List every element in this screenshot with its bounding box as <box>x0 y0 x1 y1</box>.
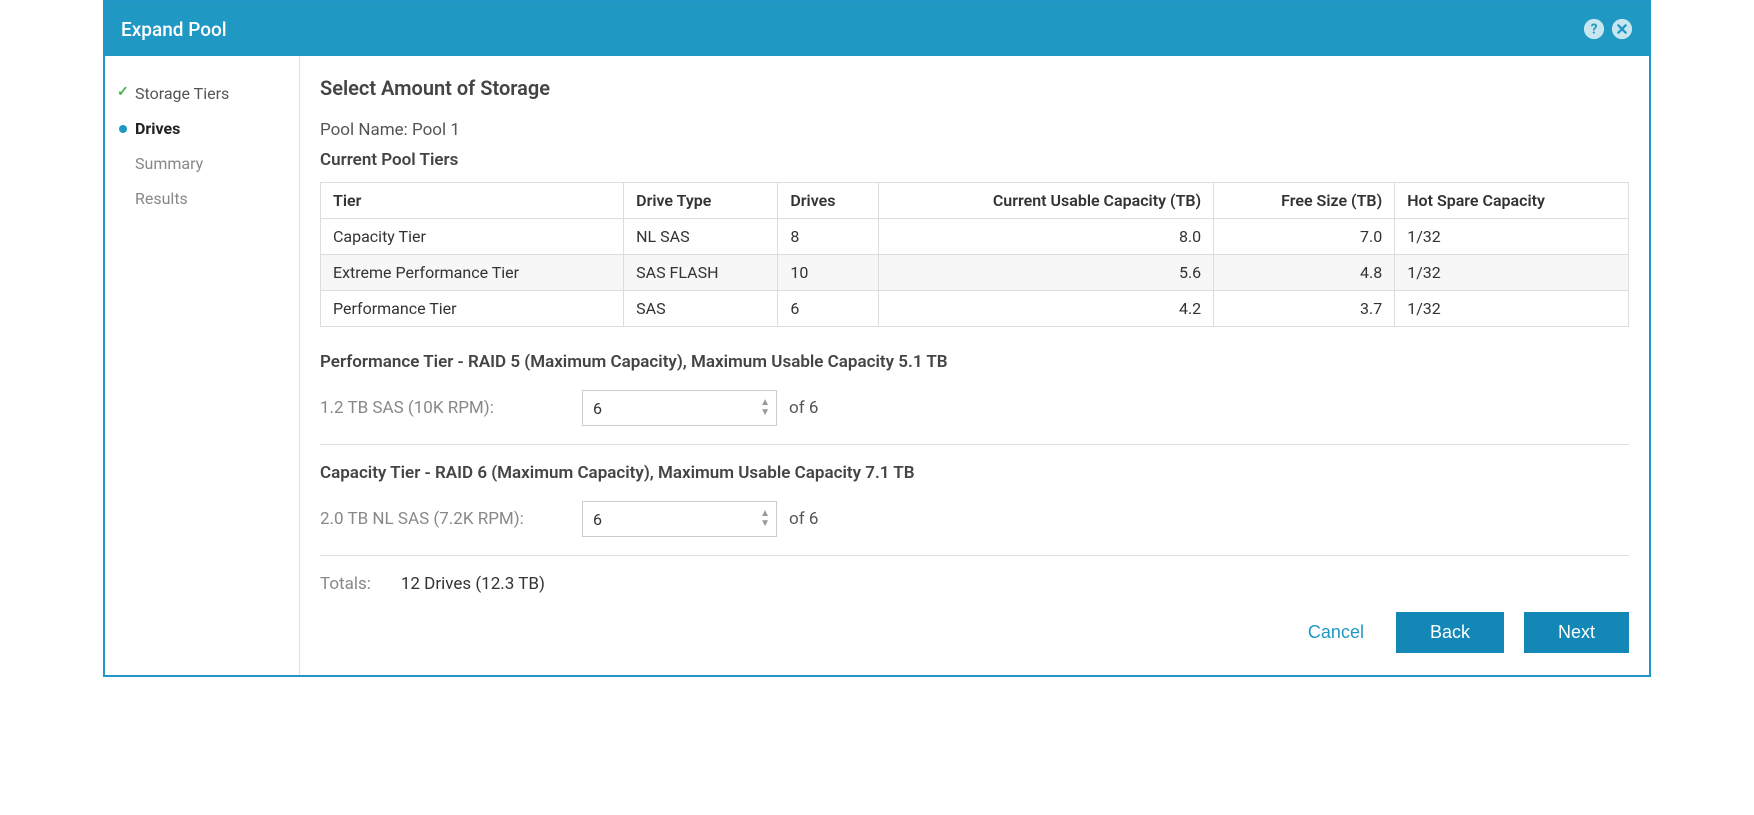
main-content: Select Amount of Storage Pool Name: Pool… <box>320 76 1629 594</box>
drive-count-value: 6 <box>583 510 760 529</box>
back-button[interactable]: Back <box>1396 612 1504 653</box>
cell-tier: Extreme Performance Tier <box>321 255 624 291</box>
cell-spare: 1/32 <box>1395 291 1629 327</box>
step-summary[interactable]: Summary <box>105 146 299 181</box>
step-drives[interactable]: Drives <box>105 111 299 146</box>
titlebar-actions: ? <box>1583 18 1633 40</box>
performance-tier-section: Performance Tier - RAID 5 (Maximum Capac… <box>320 352 1629 445</box>
capacity-tier-section: Capacity Tier - RAID 6 (Maximum Capacity… <box>320 463 1629 556</box>
next-button[interactable]: Next <box>1524 612 1629 653</box>
col-drives: Drives <box>778 183 879 219</box>
cell-free: 7.0 <box>1214 219 1395 255</box>
cell-drives: 6 <box>778 291 879 327</box>
table-row: Extreme Performance Tier SAS FLASH 10 5.… <box>321 255 1629 291</box>
drive-config-row: 1.2 TB SAS (10K RPM): 6 ▲▼ of 6 <box>320 390 1629 426</box>
table-header-row: Tier Drive Type Drives Current Usable Ca… <box>321 183 1629 219</box>
current-tiers-heading: Current Pool Tiers <box>320 150 1629 170</box>
wizard-footer: Cancel Back Next <box>320 594 1629 665</box>
cell-tier: Performance Tier <box>321 291 624 327</box>
drive-config-row: 2.0 TB NL SAS (7.2K RPM): 6 ▲▼ of 6 <box>320 501 1629 537</box>
cell-capacity: 5.6 <box>879 255 1214 291</box>
drive-count-stepper[interactable]: 6 ▲▼ <box>582 390 777 426</box>
close-icon[interactable] <box>1611 18 1633 40</box>
page-heading: Select Amount of Storage <box>320 76 1629 100</box>
totals-label: Totals: <box>320 574 371 594</box>
cell-tier: Capacity Tier <box>321 219 624 255</box>
cancel-button[interactable]: Cancel <box>1296 614 1376 651</box>
totals-value: 12 Drives (12.3 TB) <box>401 574 545 594</box>
drive-of-label: of 6 <box>789 398 818 418</box>
dialog-body: Storage Tiers Drives Summary Results Sel… <box>105 56 1649 675</box>
cell-spare: 1/32 <box>1395 219 1629 255</box>
drive-count-value: 6 <box>583 399 760 418</box>
cell-capacity: 8.0 <box>879 219 1214 255</box>
col-capacity: Current Usable Capacity (TB) <box>879 183 1214 219</box>
col-spare: Hot Spare Capacity <box>1395 183 1629 219</box>
expand-pool-dialog: Expand Pool ? Storage Tiers Drives Summa… <box>103 0 1651 677</box>
pool-name-label: Pool Name: Pool 1 <box>320 120 1629 140</box>
table-row: Performance Tier SAS 6 4.2 3.7 1/32 <box>321 291 1629 327</box>
dialog-title: Expand Pool <box>121 18 1583 41</box>
cell-drives: 10 <box>778 255 879 291</box>
col-tier: Tier <box>321 183 624 219</box>
help-icon[interactable]: ? <box>1583 18 1605 40</box>
cell-free: 3.7 <box>1214 291 1395 327</box>
cell-drives: 8 <box>778 219 879 255</box>
svg-text:?: ? <box>1591 22 1598 38</box>
table-row: Capacity Tier NL SAS 8 8.0 7.0 1/32 <box>321 219 1629 255</box>
drive-count-stepper[interactable]: 6 ▲▼ <box>582 501 777 537</box>
main-panel: Select Amount of Storage Pool Name: Pool… <box>300 56 1649 675</box>
cell-capacity: 4.2 <box>879 291 1214 327</box>
drive-type-label: 1.2 TB SAS (10K RPM): <box>320 398 570 418</box>
tier-section-title: Capacity Tier - RAID 6 (Maximum Capacity… <box>320 463 1629 483</box>
col-free: Free Size (TB) <box>1214 183 1395 219</box>
cell-free: 4.8 <box>1214 255 1395 291</box>
current-tiers-table: Tier Drive Type Drives Current Usable Ca… <box>320 182 1629 327</box>
wizard-sidebar: Storage Tiers Drives Summary Results <box>105 56 300 675</box>
step-storage-tiers[interactable]: Storage Tiers <box>105 76 299 111</box>
drive-of-label: of 6 <box>789 509 818 529</box>
titlebar: Expand Pool ? <box>105 2 1649 56</box>
stepper-arrows-icon[interactable]: ▲▼ <box>760 398 776 418</box>
tier-section-title: Performance Tier - RAID 5 (Maximum Capac… <box>320 352 1629 372</box>
col-drive-type: Drive Type <box>624 183 778 219</box>
cell-drive-type: SAS <box>624 291 778 327</box>
step-results[interactable]: Results <box>105 181 299 216</box>
totals-row: Totals: 12 Drives (12.3 TB) <box>320 574 1629 594</box>
cell-spare: 1/32 <box>1395 255 1629 291</box>
cell-drive-type: NL SAS <box>624 219 778 255</box>
cell-drive-type: SAS FLASH <box>624 255 778 291</box>
drive-type-label: 2.0 TB NL SAS (7.2K RPM): <box>320 509 570 529</box>
stepper-arrows-icon[interactable]: ▲▼ <box>760 509 776 529</box>
